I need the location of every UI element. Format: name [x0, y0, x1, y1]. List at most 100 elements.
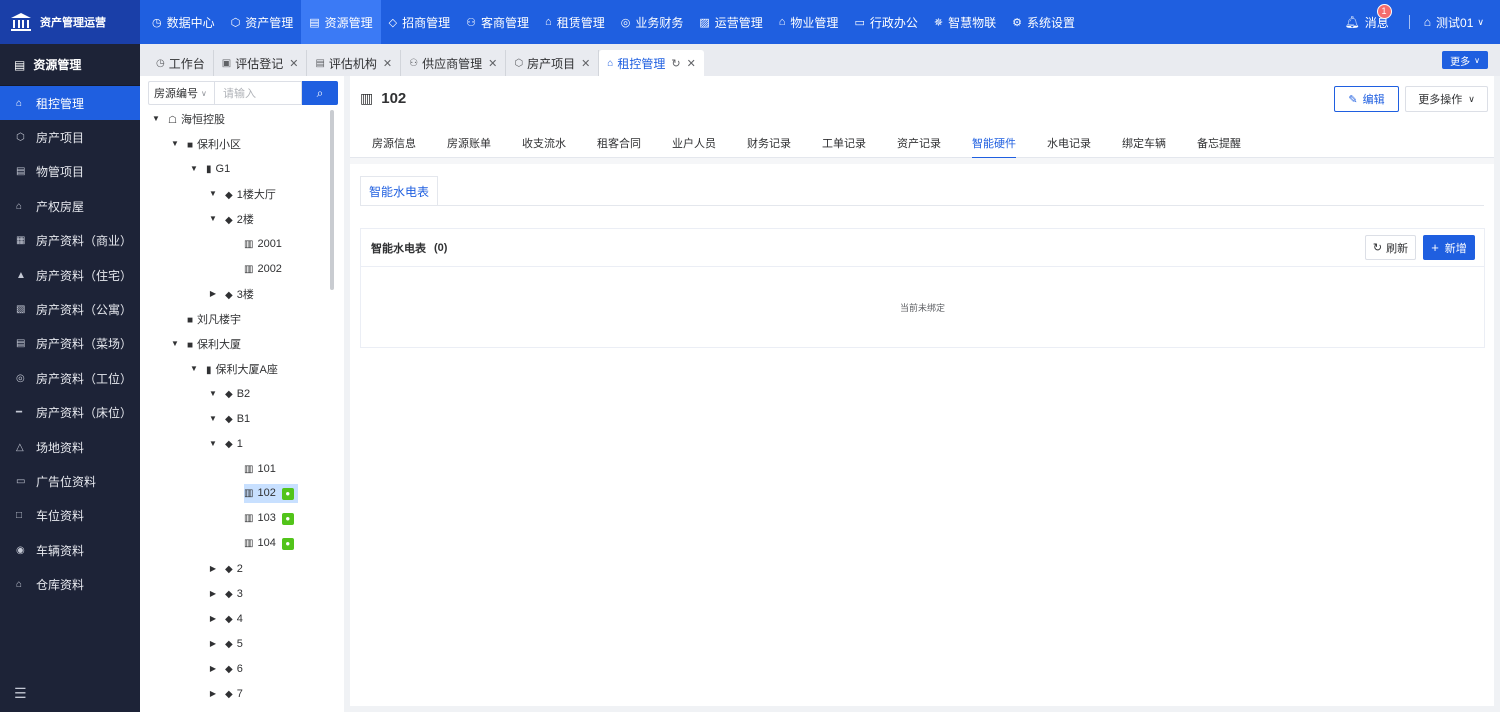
app-logo[interactable]: 资产管理运营	[0, 0, 140, 44]
tree-node[interactable]: ▶ ◆ 3楼	[140, 281, 336, 306]
sidebar-item[interactable]: ⌂ 租控管理	[0, 86, 140, 121]
sidebar-item[interactable]: △ 场地资料	[0, 430, 140, 464]
chevron-icon[interactable]: ▼	[188, 364, 200, 373]
chevron-icon[interactable]: ▶	[207, 589, 219, 598]
tree-node[interactable]: ▥ 103 ●	[140, 506, 336, 531]
search-input[interactable]: 请输入	[214, 81, 302, 105]
nav-item[interactable]: ⌂ 租赁管理	[537, 0, 613, 44]
chevron-icon[interactable]: ▼	[207, 389, 219, 398]
messages-button[interactable]: 🔔︎ 消息 1	[1345, 3, 1392, 31]
nav-item[interactable]: ⌂ 物业管理	[771, 0, 847, 44]
nav-item[interactable]: ✵ 智慧物联	[926, 0, 1004, 44]
search-field-select[interactable]: 房源编号 ∨	[148, 81, 214, 105]
open-tab[interactable]: ▣ 评估登记 ✕	[214, 50, 308, 76]
tree-node[interactable]: ▥ 2002	[140, 256, 336, 281]
chevron-icon[interactable]: ▼	[188, 164, 200, 173]
tab-smart-meter[interactable]: 智能水电表	[360, 176, 439, 206]
edit-button[interactable]: ✎ 编辑	[1334, 86, 1399, 112]
nav-item[interactable]: ⬡ 资产管理	[223, 0, 302, 44]
sidebar-item[interactable]: ━ 房产资料（床位）	[0, 396, 140, 430]
tree-node[interactable]: ▼ ◆ 2楼	[140, 206, 336, 231]
tree-node[interactable]: ▼ ◆ B2	[140, 381, 336, 406]
tree-node[interactable]: ▼ ◆ 1楼大厅	[140, 181, 336, 206]
sidebar-item[interactable]: □ 车位资料	[0, 499, 140, 533]
refresh-button[interactable]: ↻ 刷新	[1365, 235, 1416, 260]
nav-item[interactable]: ◷ 数据中心	[144, 0, 223, 44]
tabs-more-button[interactable]: 更多 ∨	[1442, 51, 1488, 69]
sidebar-item[interactable]: ▭ 广告位资料	[0, 464, 140, 498]
detail-tab[interactable]: 业户人员	[672, 128, 716, 158]
user-menu[interactable]: ⌂ 测试01 ∨	[1424, 14, 1484, 31]
chevron-icon[interactable]: ▼	[207, 189, 219, 198]
nav-item[interactable]: ▤ 资源管理	[301, 0, 381, 44]
detail-tab[interactable]: 水电记录	[1047, 128, 1091, 158]
tree-node[interactable]: ▶ ◆ 3	[140, 581, 336, 606]
sidebar-item[interactable]: ▲ 房产资料（住宅）	[0, 258, 140, 292]
tree-node[interactable]: ▼ ◆ 1	[140, 431, 336, 456]
chevron-icon[interactable]: ▼	[150, 114, 162, 123]
tree-node[interactable]: ▶ ◆ 5	[140, 631, 336, 656]
tree-node[interactable]: ▶ ◆ 7	[140, 681, 336, 706]
tree-node[interactable]: ▶ ◆ 6	[140, 656, 336, 681]
nav-item[interactable]: ▨ 运营管理	[691, 0, 770, 44]
tree-node[interactable]: ■ 刘凡楼宇	[140, 306, 336, 331]
tree-node[interactable]: ▥ 104 ●	[140, 531, 336, 556]
nav-item[interactable]: ⚇ 客商管理	[458, 0, 537, 44]
sidebar-item[interactable]: ▧ 房产资料（公寓）	[0, 292, 140, 326]
tree-node[interactable]: ▼ ■ 保利小区	[140, 131, 336, 156]
nav-item[interactable]: ◇ 招商管理	[381, 0, 458, 44]
detail-tab[interactable]: 租客合同	[597, 128, 641, 158]
open-tab[interactable]: ◷ 工作台	[148, 50, 214, 76]
close-icon[interactable]: ✕	[383, 57, 392, 70]
add-button[interactable]: + 新增	[1423, 235, 1475, 260]
sidebar-item[interactable]: ⬡ 房产项目	[0, 120, 140, 154]
chevron-icon[interactable]: ▶	[207, 639, 219, 648]
chevron-icon[interactable]: ▶	[207, 689, 219, 698]
more-actions-button[interactable]: 更多操作 ∨	[1405, 86, 1488, 112]
detail-tab[interactable]: 智能硬件	[972, 128, 1016, 159]
close-icon[interactable]: ✕	[488, 57, 497, 70]
tree-node[interactable]: ▶ ◆ 2	[140, 556, 336, 581]
detail-tab[interactable]: 绑定车辆	[1122, 128, 1166, 158]
chevron-icon[interactable]: ▶	[207, 289, 219, 298]
chevron-icon[interactable]: ▶	[207, 564, 219, 573]
detail-tab[interactable]: 备忘提醒	[1197, 128, 1241, 158]
chevron-icon[interactable]: ▶	[207, 614, 219, 623]
open-tab[interactable]: ⌂ 租控管理 ↻ ✕	[599, 50, 704, 76]
sidebar-item[interactable]: ▦ 房产资料（商业）	[0, 224, 140, 258]
collapse-menu-icon[interactable]: ☰	[14, 685, 27, 702]
tree-node[interactable]: ▼ ▮ G1	[140, 156, 336, 181]
chevron-icon[interactable]: ▼	[207, 414, 219, 423]
detail-tab[interactable]: 房源信息	[372, 128, 416, 158]
open-tab[interactable]: ⬡ 房产项目 ✕	[506, 50, 600, 76]
tree-node[interactable]: ▼ ▮ 保利大厦A座	[140, 356, 336, 381]
sidebar-item[interactable]: ⌂ 仓库资料	[0, 567, 140, 601]
search-button[interactable]: ⌕	[302, 81, 338, 105]
tree-node[interactable]: ▼ ◆ B1	[140, 406, 336, 431]
chevron-icon[interactable]: ▼	[169, 339, 181, 348]
close-icon[interactable]: ✕	[581, 57, 590, 70]
tree-scrollbar[interactable]	[330, 110, 334, 290]
tree-node[interactable]: ▼ ■ 保利大厦	[140, 331, 336, 356]
chevron-icon[interactable]: ▼	[207, 439, 219, 448]
sidebar-item[interactable]: ◎ 房产资料（工位）	[0, 361, 140, 395]
tree-node[interactable]: ▥ 102 ●	[140, 481, 336, 506]
tree-node[interactable]: ▼ ☖ 海恒控股	[140, 106, 336, 131]
sidebar-item[interactable]: ▤ 房产资料（菜场）	[0, 327, 140, 361]
chevron-icon[interactable]: ▼	[207, 214, 219, 223]
nav-item[interactable]: ◎ 业务财务	[613, 0, 692, 44]
chevron-icon[interactable]: ▼	[169, 139, 181, 148]
tree-node[interactable]: ▥ 2001	[140, 231, 336, 256]
tree-node[interactable]: ▥ 101	[140, 456, 336, 481]
nav-item[interactable]: ▭ 行政办公	[846, 0, 925, 44]
detail-tab[interactable]: 房源账单	[447, 128, 491, 158]
tree-node[interactable]: ▶ ◆ 4	[140, 606, 336, 631]
nav-item[interactable]: ⚙ 系统设置	[1004, 0, 1083, 44]
close-icon[interactable]: ✕	[687, 57, 696, 70]
detail-tab[interactable]: 财务记录	[747, 128, 791, 158]
close-icon[interactable]: ✕	[289, 57, 298, 70]
sidebar-item[interactable]: ◉ 车辆资料	[0, 533, 140, 567]
detail-tab[interactable]: 收支流水	[522, 128, 566, 158]
chevron-icon[interactable]: ▶	[207, 664, 219, 673]
refresh-icon[interactable]: ↻	[671, 57, 680, 70]
